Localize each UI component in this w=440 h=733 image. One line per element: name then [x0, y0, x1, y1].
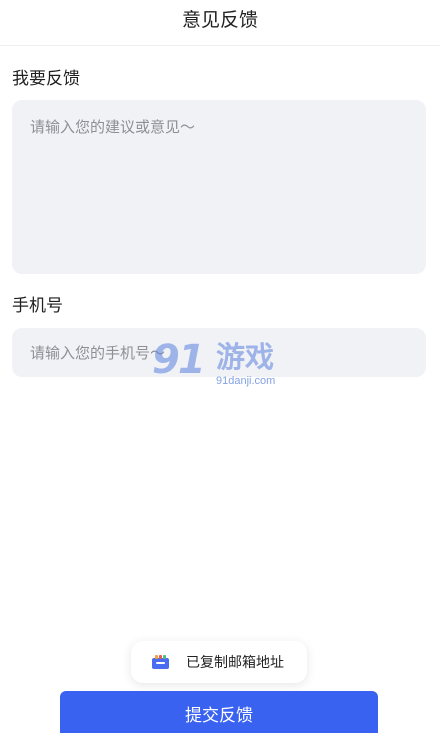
phone-input-container	[12, 328, 426, 377]
submit-feedback-button[interactable]: 提交反馈	[60, 691, 378, 733]
feedback-page: 意见反馈 我要反馈 手机号 91 游戏 91danji.com 已复制邮箱地址 …	[0, 0, 440, 733]
clipboard-icon	[151, 654, 170, 670]
nav-bar: 意见反馈	[0, 0, 440, 46]
page-title: 意见反馈	[181, 9, 258, 31]
copied-toast: 已复制邮箱地址	[131, 641, 307, 683]
phone-label: 手机号	[12, 296, 63, 316]
feedback-label: 我要反馈	[12, 69, 80, 89]
feedback-textarea[interactable]	[12, 100, 426, 274]
feedback-textarea-container	[12, 100, 426, 274]
phone-input[interactable]	[12, 328, 426, 377]
toast-message: 已复制邮箱地址	[186, 655, 284, 671]
